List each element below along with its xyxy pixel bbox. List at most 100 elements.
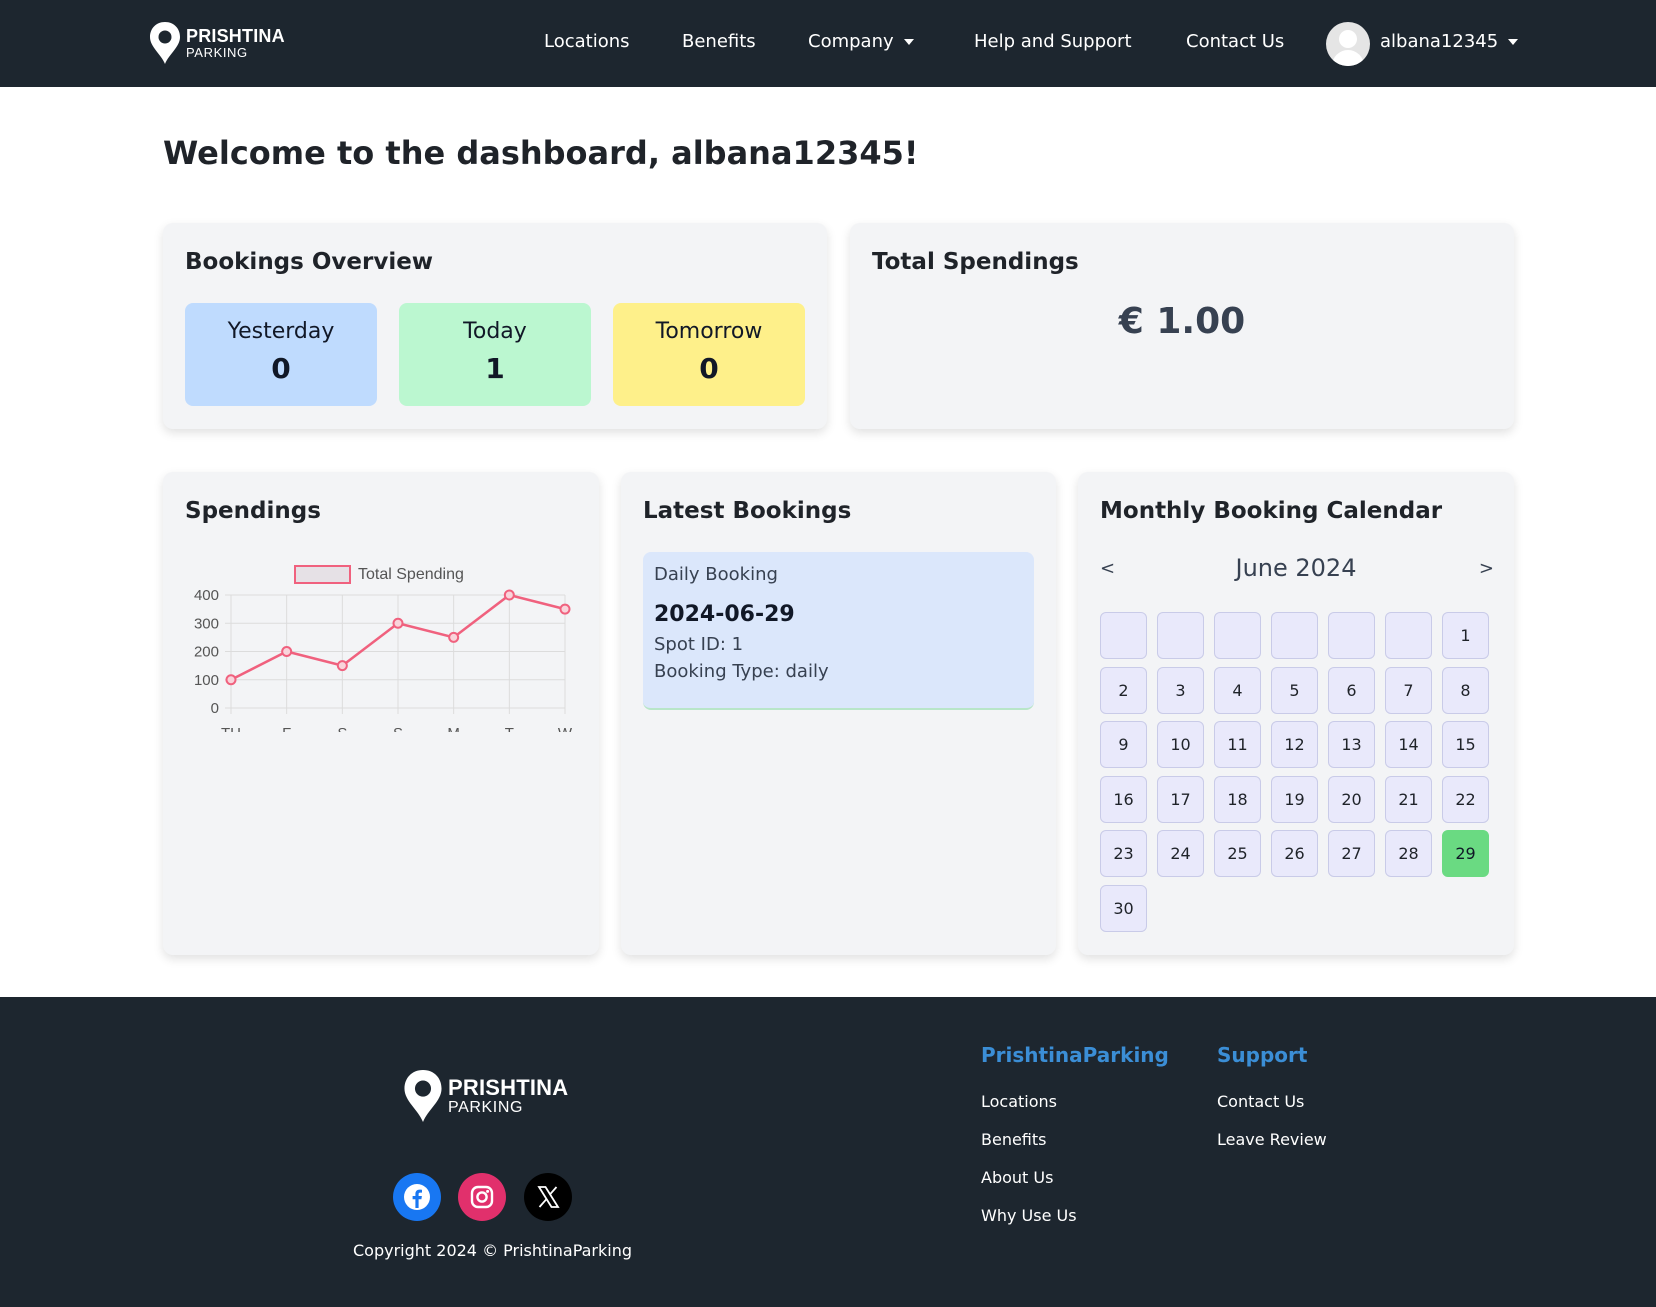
booking-item[interactable]: Daily Booking 2024-06-29 Spot ID: 1 Book… xyxy=(643,552,1034,710)
chart-x-tick-labels: TH F S S M T W xyxy=(221,725,573,732)
chart-legend[interactable]: Total Spending xyxy=(294,565,464,584)
footer-link-contact-us[interactable]: Contact Us xyxy=(1217,1092,1304,1111)
footer-link-about-us[interactable]: About Us xyxy=(981,1168,1053,1187)
footer-heading-support: Support xyxy=(1217,1043,1308,1067)
calendar-day[interactable]: 19 xyxy=(1271,775,1318,823)
booking-category: Daily Booking xyxy=(654,564,778,585)
username-label: albana12345 xyxy=(1380,31,1499,52)
chart-x-tick-label: T xyxy=(505,725,514,732)
footer-link-benefits[interactable]: Benefits xyxy=(981,1130,1047,1149)
tile-count: 0 xyxy=(699,352,719,385)
top-navbar: PRISHTINA PARKING Locations Benefits Com… xyxy=(0,0,1656,87)
chart-y-tick-label: 200 xyxy=(194,644,219,661)
nav-link-benefits[interactable]: Benefits xyxy=(682,30,756,54)
tomorrow-tile: Tomorrow 0 xyxy=(613,303,805,406)
legend-swatch xyxy=(294,565,351,584)
calendar-day[interactable]: 2 xyxy=(1100,666,1147,714)
chart-y-tick-label: 100 xyxy=(194,672,219,689)
calendar-empty-cell xyxy=(1157,612,1204,659)
calendar-day[interactable]: 30 xyxy=(1100,884,1147,932)
x-link[interactable] xyxy=(524,1173,572,1221)
brand-logo[interactable]: PRISHTINA PARKING xyxy=(148,20,285,66)
nav-link-company[interactable]: Company xyxy=(808,30,914,54)
chart-x-tick-label: TH xyxy=(221,725,241,732)
chart-y-tick-label: 300 xyxy=(194,615,219,632)
site-footer: PRISHTINA PARKING Copyright 2024 © Prish… xyxy=(0,997,1656,1307)
tile-count: 0 xyxy=(271,352,291,385)
calendar-empty-cell xyxy=(1271,612,1318,659)
avatar-head-shape xyxy=(1339,30,1357,48)
page-title: Welcome to the dashboard, albana12345! xyxy=(163,134,919,172)
calendar-day[interactable]: 20 xyxy=(1328,775,1375,823)
calendar-day[interactable]: 22 xyxy=(1442,775,1489,823)
calendar-day[interactable]: 7 xyxy=(1385,666,1432,714)
chart-x-tick-label: S xyxy=(337,725,347,732)
calendar-day[interactable]: 11 xyxy=(1214,721,1261,768)
calendar-day[interactable]: 23 xyxy=(1100,830,1147,877)
chart-grid xyxy=(225,594,566,714)
calendar-day[interactable]: 14 xyxy=(1385,721,1432,768)
nav-link-locations[interactable]: Locations xyxy=(544,30,630,54)
brand-word-2: PARKING xyxy=(448,1098,524,1116)
calendar-month-label: June 2024 xyxy=(1235,554,1357,582)
footer-brand-logo[interactable]: PRISHTINA PARKING xyxy=(402,1067,568,1125)
location-pin-icon xyxy=(150,22,180,64)
spendings-card: Spendings 0100200300400 THFSSMTW Total S… xyxy=(163,472,599,955)
chart-y-tick-labels: 0 100 200 300 400 xyxy=(194,587,219,717)
chart-x-tick-label: S xyxy=(393,725,403,732)
bookings-overview-card: Bookings Overview Yesterday 0 Today 1 To… xyxy=(163,223,827,429)
total-spendings-title: Total Spendings xyxy=(872,249,1079,275)
nav-link-contact-us[interactable]: Contact Us xyxy=(1186,30,1284,54)
today-tile: Today 1 xyxy=(399,303,591,406)
calendar-day[interactable]: 15 xyxy=(1442,721,1489,768)
calendar-day[interactable]: 1 xyxy=(1442,612,1489,659)
copyright-text: Copyright 2024 © PrishtinaParking xyxy=(353,1241,633,1260)
booking-date: 2024-06-29 xyxy=(654,602,795,627)
calendar-day[interactable]: 6 xyxy=(1328,666,1375,714)
calendar-day[interactable]: 18 xyxy=(1214,775,1261,823)
brand-word-2: PARKING xyxy=(186,45,248,60)
calendar-day[interactable]: 16 xyxy=(1100,775,1147,823)
calendar-day[interactable]: 13 xyxy=(1328,721,1375,768)
user-avatar[interactable] xyxy=(1326,22,1370,66)
calendar-day-booked[interactable]: 29 xyxy=(1442,830,1489,877)
chart-y-tick-label: 400 xyxy=(194,587,219,604)
nav-company-label: Company xyxy=(808,31,894,52)
calendar-day[interactable]: 8 xyxy=(1442,666,1489,714)
calendar-day[interactable]: 4 xyxy=(1214,666,1261,714)
calendar-day[interactable]: 9 xyxy=(1100,721,1147,768)
footer-link-leave-review[interactable]: Leave Review xyxy=(1217,1130,1327,1149)
footer-link-locations[interactable]: Locations xyxy=(981,1092,1057,1111)
monthly-calendar-card: Monthly Booking Calendar < June 2024 > 1… xyxy=(1078,472,1514,955)
calendar-empty-cell xyxy=(1385,612,1432,659)
instagram-link[interactable] xyxy=(458,1173,506,1221)
calendar-day[interactable]: 12 xyxy=(1271,721,1318,768)
calendar-day[interactable]: 21 xyxy=(1385,775,1432,823)
brand-word-1: PRISHTINA xyxy=(186,26,285,46)
nav-link-help-support[interactable]: Help and Support xyxy=(974,30,1132,54)
footer-heading-prishtinaparking: PrishtinaParking xyxy=(981,1043,1169,1067)
chart-x-tick-label: M xyxy=(447,725,460,732)
calendar-day[interactable]: 3 xyxy=(1157,666,1204,714)
facebook-link[interactable] xyxy=(393,1173,441,1221)
calendar-day[interactable]: 28 xyxy=(1385,830,1432,877)
user-menu[interactable]: albana12345 xyxy=(1380,30,1519,54)
calendar-empty-cell xyxy=(1328,612,1375,659)
chart-x-tick-label: F xyxy=(282,725,291,732)
chart-data-point xyxy=(392,617,404,629)
calendar-next-button[interactable]: > xyxy=(1479,558,1494,579)
calendar-day[interactable]: 27 xyxy=(1328,830,1375,877)
calendar-day[interactable]: 17 xyxy=(1157,775,1204,823)
chart-x-tick-label: W xyxy=(558,725,573,732)
footer-link-why-use-us[interactable]: Why Use Us xyxy=(981,1206,1077,1225)
calendar-day[interactable]: 25 xyxy=(1214,830,1261,877)
tile-label: Tomorrow xyxy=(655,319,763,344)
calendar-day[interactable]: 26 xyxy=(1271,830,1318,877)
calendar-empty-cell xyxy=(1214,612,1261,659)
bookings-overview-title: Bookings Overview xyxy=(185,249,434,275)
calendar-day[interactable]: 5 xyxy=(1271,666,1318,714)
calendar-day[interactable]: 24 xyxy=(1157,830,1204,877)
calendar-grid: 1 2 3 4 5 6 7 8 9 10 11 12 13 14 15 16 17 18 19 20 21 22 23 24 2… xyxy=(1100,612,1489,932)
chart-data-point xyxy=(503,589,515,601)
calendar-day[interactable]: 10 xyxy=(1157,721,1204,768)
